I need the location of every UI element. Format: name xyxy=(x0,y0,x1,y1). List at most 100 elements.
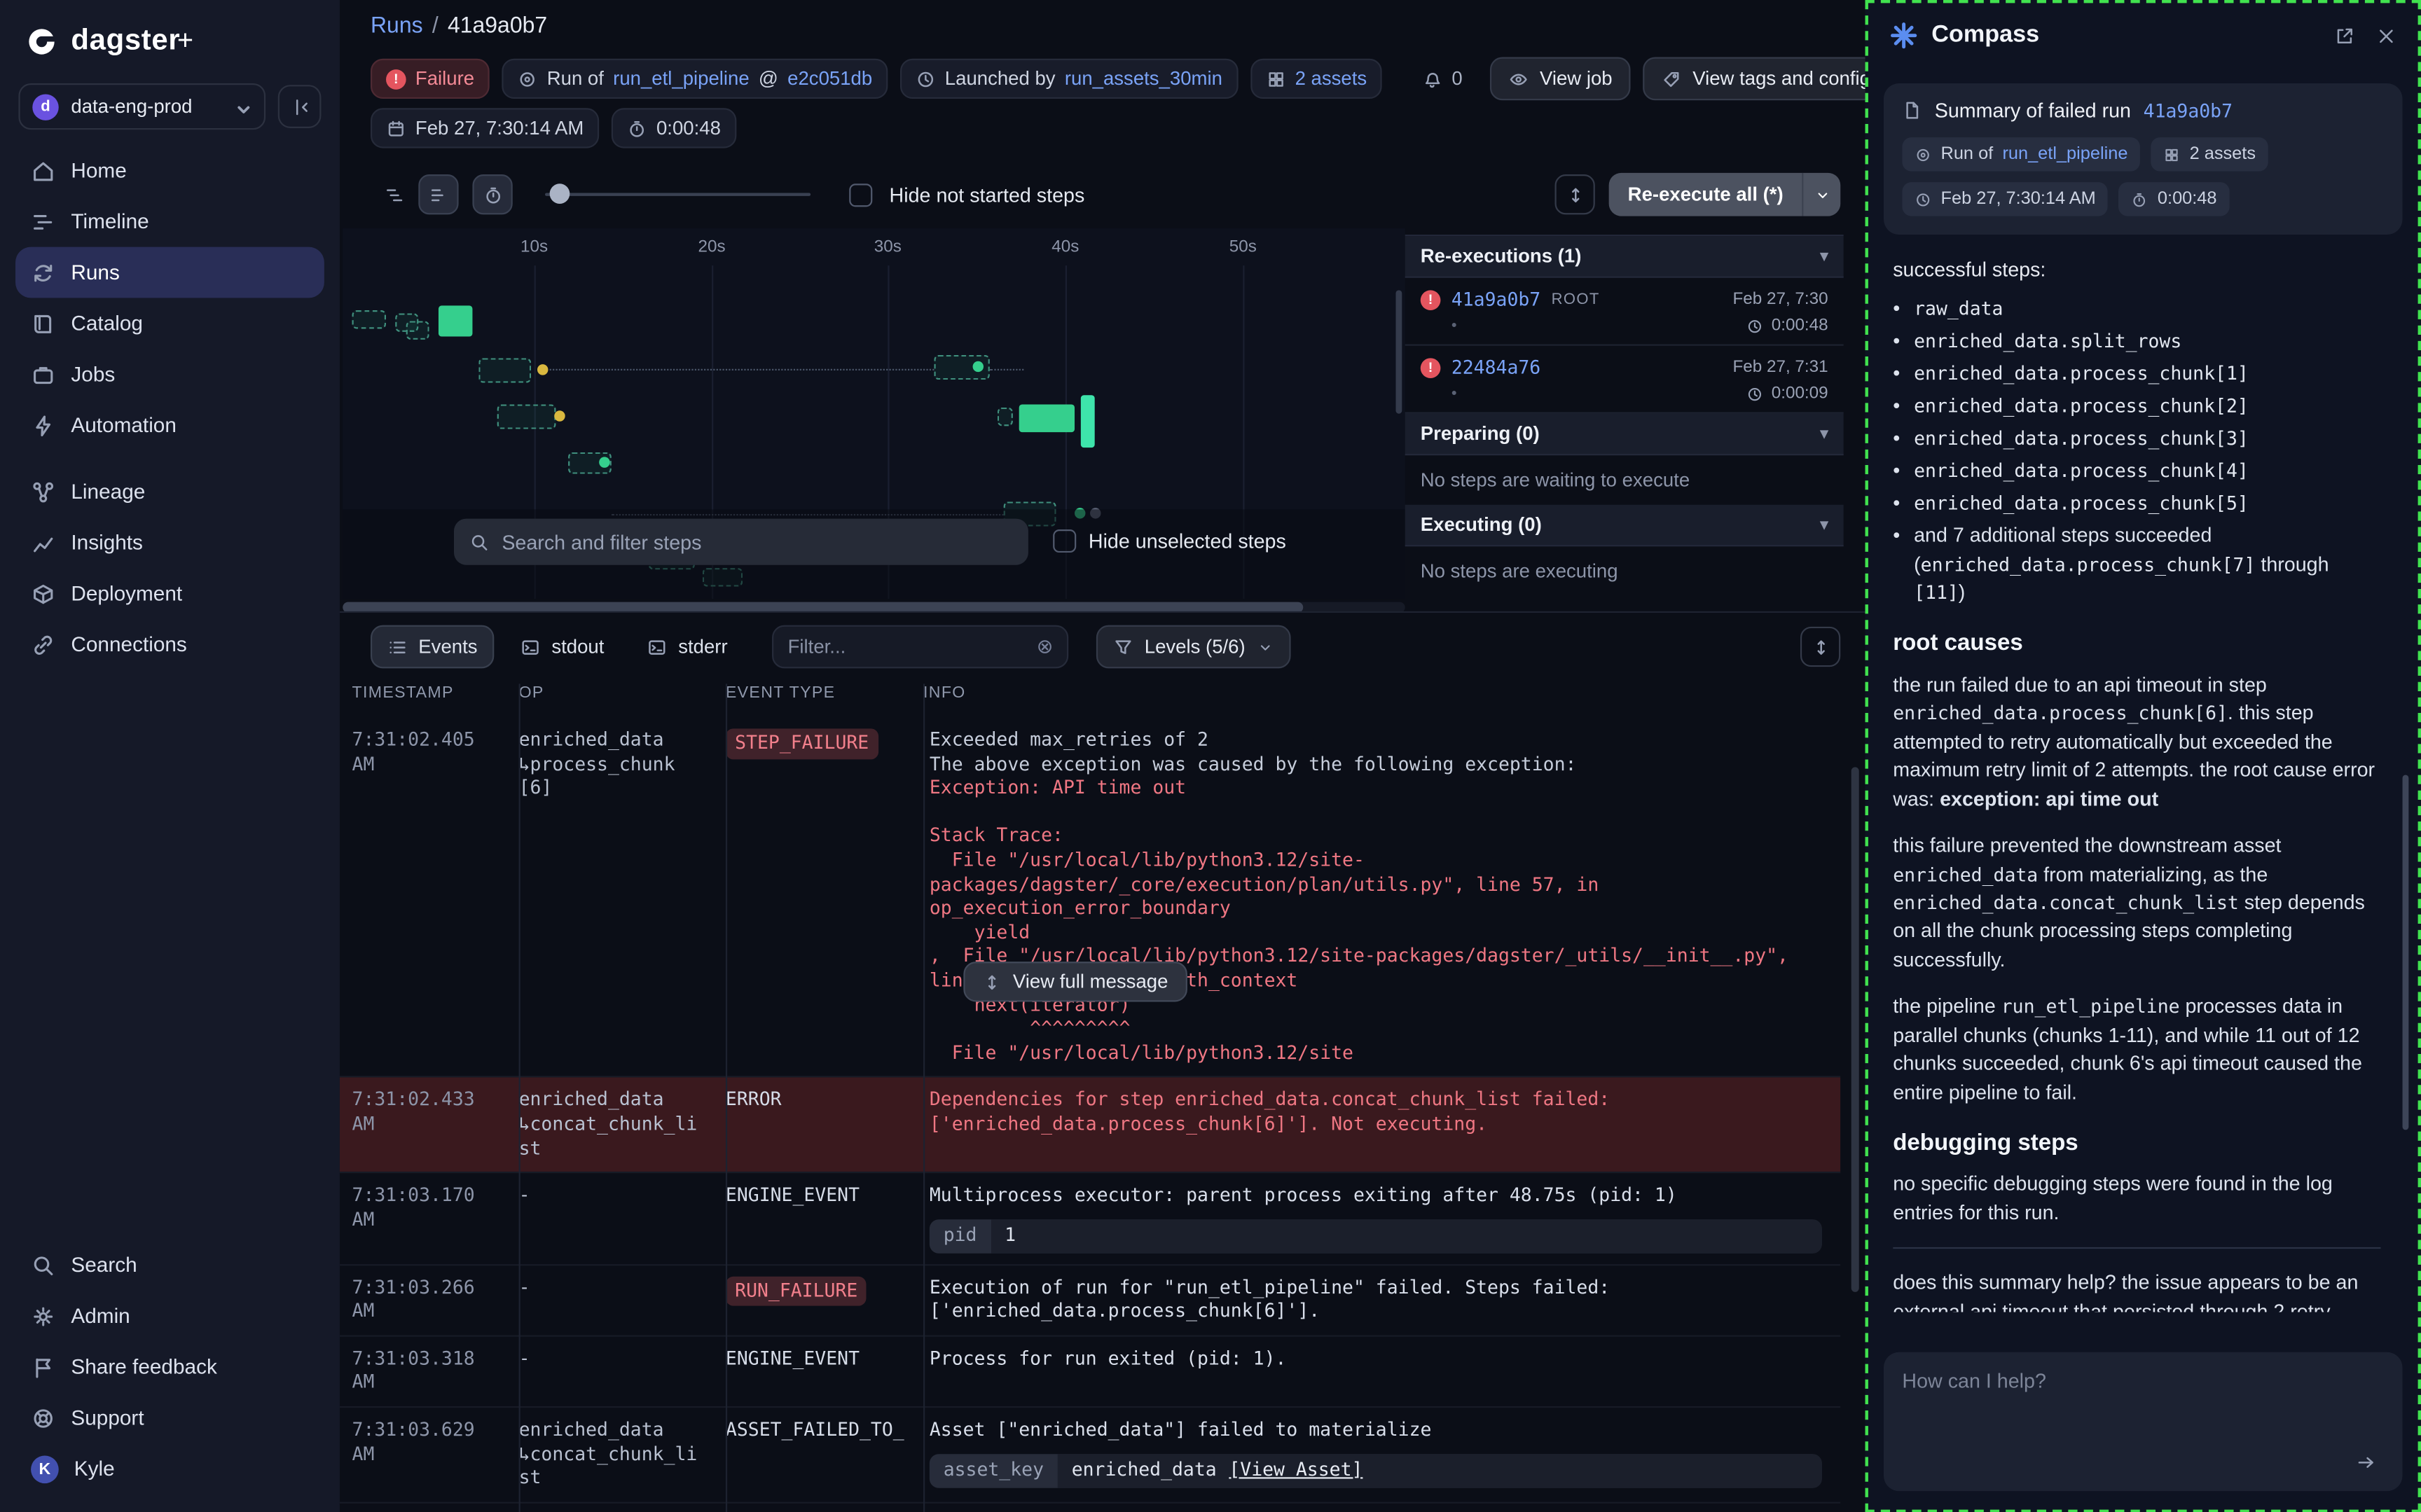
sidebar-item-search[interactable]: Search xyxy=(15,1240,324,1291)
executing-header[interactable]: Executing (0)▾ xyxy=(1405,505,1844,547)
log-error-message: Dependencies for step enriched_data.conc… xyxy=(930,1089,1822,1137)
reexecute-all-button[interactable]: Re-execute all (*) xyxy=(1609,173,1840,216)
stopwatch-icon xyxy=(627,118,647,139)
expand-logs-button[interactable] xyxy=(1800,627,1840,667)
executing-empty-text: No steps are executing xyxy=(1405,546,1844,596)
sidebar-item-user[interactable]: K Kyle xyxy=(15,1443,324,1494)
gantt-step-bar[interactable] xyxy=(439,305,472,336)
expand-vertical-icon xyxy=(1810,637,1830,657)
reexecute-options-button[interactable] xyxy=(1802,173,1840,216)
step-search-bar[interactable] xyxy=(454,519,1028,565)
sidebar-item-lineage[interactable]: Lineage xyxy=(15,466,324,518)
view-tags-config-button[interactable]: View tags and config xyxy=(1643,57,1889,101)
gantt-chart[interactable]: 10s 20s 30s 40s 50s xyxy=(343,228,1405,599)
gantt-step-bar[interactable] xyxy=(1019,404,1075,432)
preparing-header[interactable]: Preparing (0)▾ xyxy=(1405,414,1844,456)
compass-chat-input[interactable] xyxy=(1902,1369,2384,1443)
tab-stdout[interactable]: stdout xyxy=(504,625,621,669)
reexecutions-header[interactable]: Re-executions (1)▾ xyxy=(1405,236,1844,278)
sidebar-item-deployment[interactable]: Deployment xyxy=(15,568,324,619)
code-version-link[interactable]: e2c051db xyxy=(787,68,872,90)
sidebar-item-label: Catalog xyxy=(71,312,143,335)
tab-stderr[interactable]: stderr xyxy=(630,625,745,669)
log-row[interactable]: 7:31:02.405 AM enriched_data ↳process_ch… xyxy=(340,718,1840,1078)
gantt-step-dot[interactable] xyxy=(973,361,984,372)
run-link[interactable]: 41a9a0b7 xyxy=(1451,289,1540,310)
sidebar-item-home[interactable]: Home xyxy=(15,145,324,196)
sidebar-item-admin[interactable]: Admin xyxy=(15,1291,324,1342)
eye-icon xyxy=(1509,69,1529,89)
run-summary-card: Summary of failed run 41a9a0b7 Run of ru… xyxy=(1884,83,2403,235)
step-item: •enriched_data.process_chunk[2] xyxy=(1893,393,2380,422)
log-row[interactable]: 7:31:03.266 AM - RUN_FAILURE Execution o… xyxy=(340,1265,1840,1337)
gantt-step-bar[interactable] xyxy=(998,408,1013,426)
column-header: INFO xyxy=(923,684,1840,702)
gantt-view-flat-button[interactable] xyxy=(418,174,458,214)
log-row[interactable]: 7:31:02.433 AM enriched_data ↳concat_chu… xyxy=(340,1078,1840,1173)
gantt-step-bar[interactable] xyxy=(478,358,531,382)
breadcrumb-runs-link[interactable]: Runs xyxy=(371,14,423,39)
log-message: Asset ["enriched_data"] failed to materi… xyxy=(930,1419,1822,1443)
sidebar-item-label: Search xyxy=(71,1254,137,1277)
assets-chip[interactable]: 2 assets xyxy=(1250,59,1383,99)
send-button[interactable] xyxy=(2344,1445,2387,1478)
hide-unselected-checkbox[interactable] xyxy=(1053,529,1076,553)
summary-run-link[interactable]: 41a9a0b7 xyxy=(2144,99,2233,121)
alerts-chip[interactable]: 0 xyxy=(1407,59,1478,99)
sidebar-item-connections[interactable]: Connections xyxy=(15,619,324,670)
run-of-chip[interactable]: Run of run_etl_pipeline xyxy=(1902,137,2140,171)
log-row[interactable]: 7:31:03.318 AM - ENGINE_EVENT Process fo… xyxy=(340,1336,1840,1408)
sidebar-collapse-button[interactable] xyxy=(278,85,322,128)
sidebar-item-support[interactable]: Support xyxy=(15,1392,324,1443)
view-full-message-button[interactable]: View full message xyxy=(963,962,1187,1001)
stopwatch-icon xyxy=(483,184,503,204)
clear-filter-icon[interactable]: ⊗ xyxy=(1037,634,1054,659)
debugging-paragraph: no specific debugging steps were found i… xyxy=(1893,1171,2380,1228)
gantt-step-dot[interactable] xyxy=(599,457,609,467)
sidebar-item-timeline[interactable]: Timeline xyxy=(15,196,324,247)
log-op: - xyxy=(519,1276,726,1324)
hide-not-started-checkbox[interactable] xyxy=(849,183,872,206)
deployment-selector[interactable]: d data-eng-prod xyxy=(18,83,265,130)
compass-scrollbar[interactable] xyxy=(2403,775,2409,1130)
gantt-step-bar[interactable] xyxy=(352,310,386,328)
log-row[interactable]: 7:31:04.343 AM - ENGINE_EVENT Retrying t… xyxy=(340,1503,1840,1512)
gantt-vertical-scrollbar[interactable] xyxy=(1395,290,1402,413)
sidebar-item-automation[interactable]: Automation xyxy=(15,400,324,451)
gantt-view-waterfall-button[interactable] xyxy=(373,174,413,214)
log-row[interactable]: 7:31:03.629 AM enriched_data ↳concat_chu… xyxy=(340,1408,1840,1503)
step-search-input[interactable] xyxy=(502,530,1013,553)
zoom-slider[interactable] xyxy=(545,193,811,196)
sidebar-item-jobs[interactable]: Jobs xyxy=(15,349,324,400)
gantt-timer-toggle[interactable] xyxy=(472,174,512,214)
gantt-step-dot[interactable] xyxy=(537,364,548,375)
run-of-chip[interactable]: Run of run_etl_pipeline @ e2c051db xyxy=(502,59,888,99)
metadata-chip: pid 1 xyxy=(930,1219,1822,1253)
gantt-step-bar[interactable] xyxy=(406,321,429,339)
gantt-step-bar[interactable] xyxy=(497,404,556,429)
zoom-slider-thumb[interactable] xyxy=(550,183,570,204)
assets-chip[interactable]: 2 assets xyxy=(2151,137,2268,171)
run-link[interactable]: 22484a76 xyxy=(1451,356,1540,378)
sidebar-item-label: Deployment xyxy=(71,582,182,605)
gantt-step-bar[interactable] xyxy=(1081,395,1095,448)
gantt-expand-button[interactable] xyxy=(1555,174,1595,214)
close-icon[interactable] xyxy=(2376,25,2396,46)
view-job-button[interactable]: View job xyxy=(1490,57,1631,101)
gantt-step-dot[interactable] xyxy=(554,410,565,421)
sidebar-item-insights[interactable]: Insights xyxy=(15,517,324,568)
pipeline-link[interactable]: run_etl_pipeline xyxy=(613,68,750,90)
log-filter[interactable]: ⊗ xyxy=(773,625,1069,669)
sidebar-item-catalog[interactable]: Catalog xyxy=(15,298,324,349)
tab-events[interactable]: Events xyxy=(371,625,495,669)
events-scrollbar[interactable] xyxy=(1851,767,1859,1291)
launched-by-chip[interactable]: Launched by run_assets_30min xyxy=(900,59,1238,99)
sidebar-item-runs[interactable]: Runs xyxy=(15,247,324,298)
log-row[interactable]: 7:31:03.170 AM - ENGINE_EVENT Multiproce… xyxy=(340,1173,1840,1265)
levels-dropdown[interactable]: Levels (5/6) xyxy=(1096,625,1290,669)
sensor-link[interactable]: run_assets_30min xyxy=(1065,68,1222,90)
view-asset-link[interactable]: [View Asset] xyxy=(1229,1459,1363,1483)
open-in-new-icon[interactable] xyxy=(2335,25,2355,46)
sidebar-item-share-feedback[interactable]: Share feedback xyxy=(15,1341,324,1392)
log-filter-input[interactable] xyxy=(788,636,1026,658)
